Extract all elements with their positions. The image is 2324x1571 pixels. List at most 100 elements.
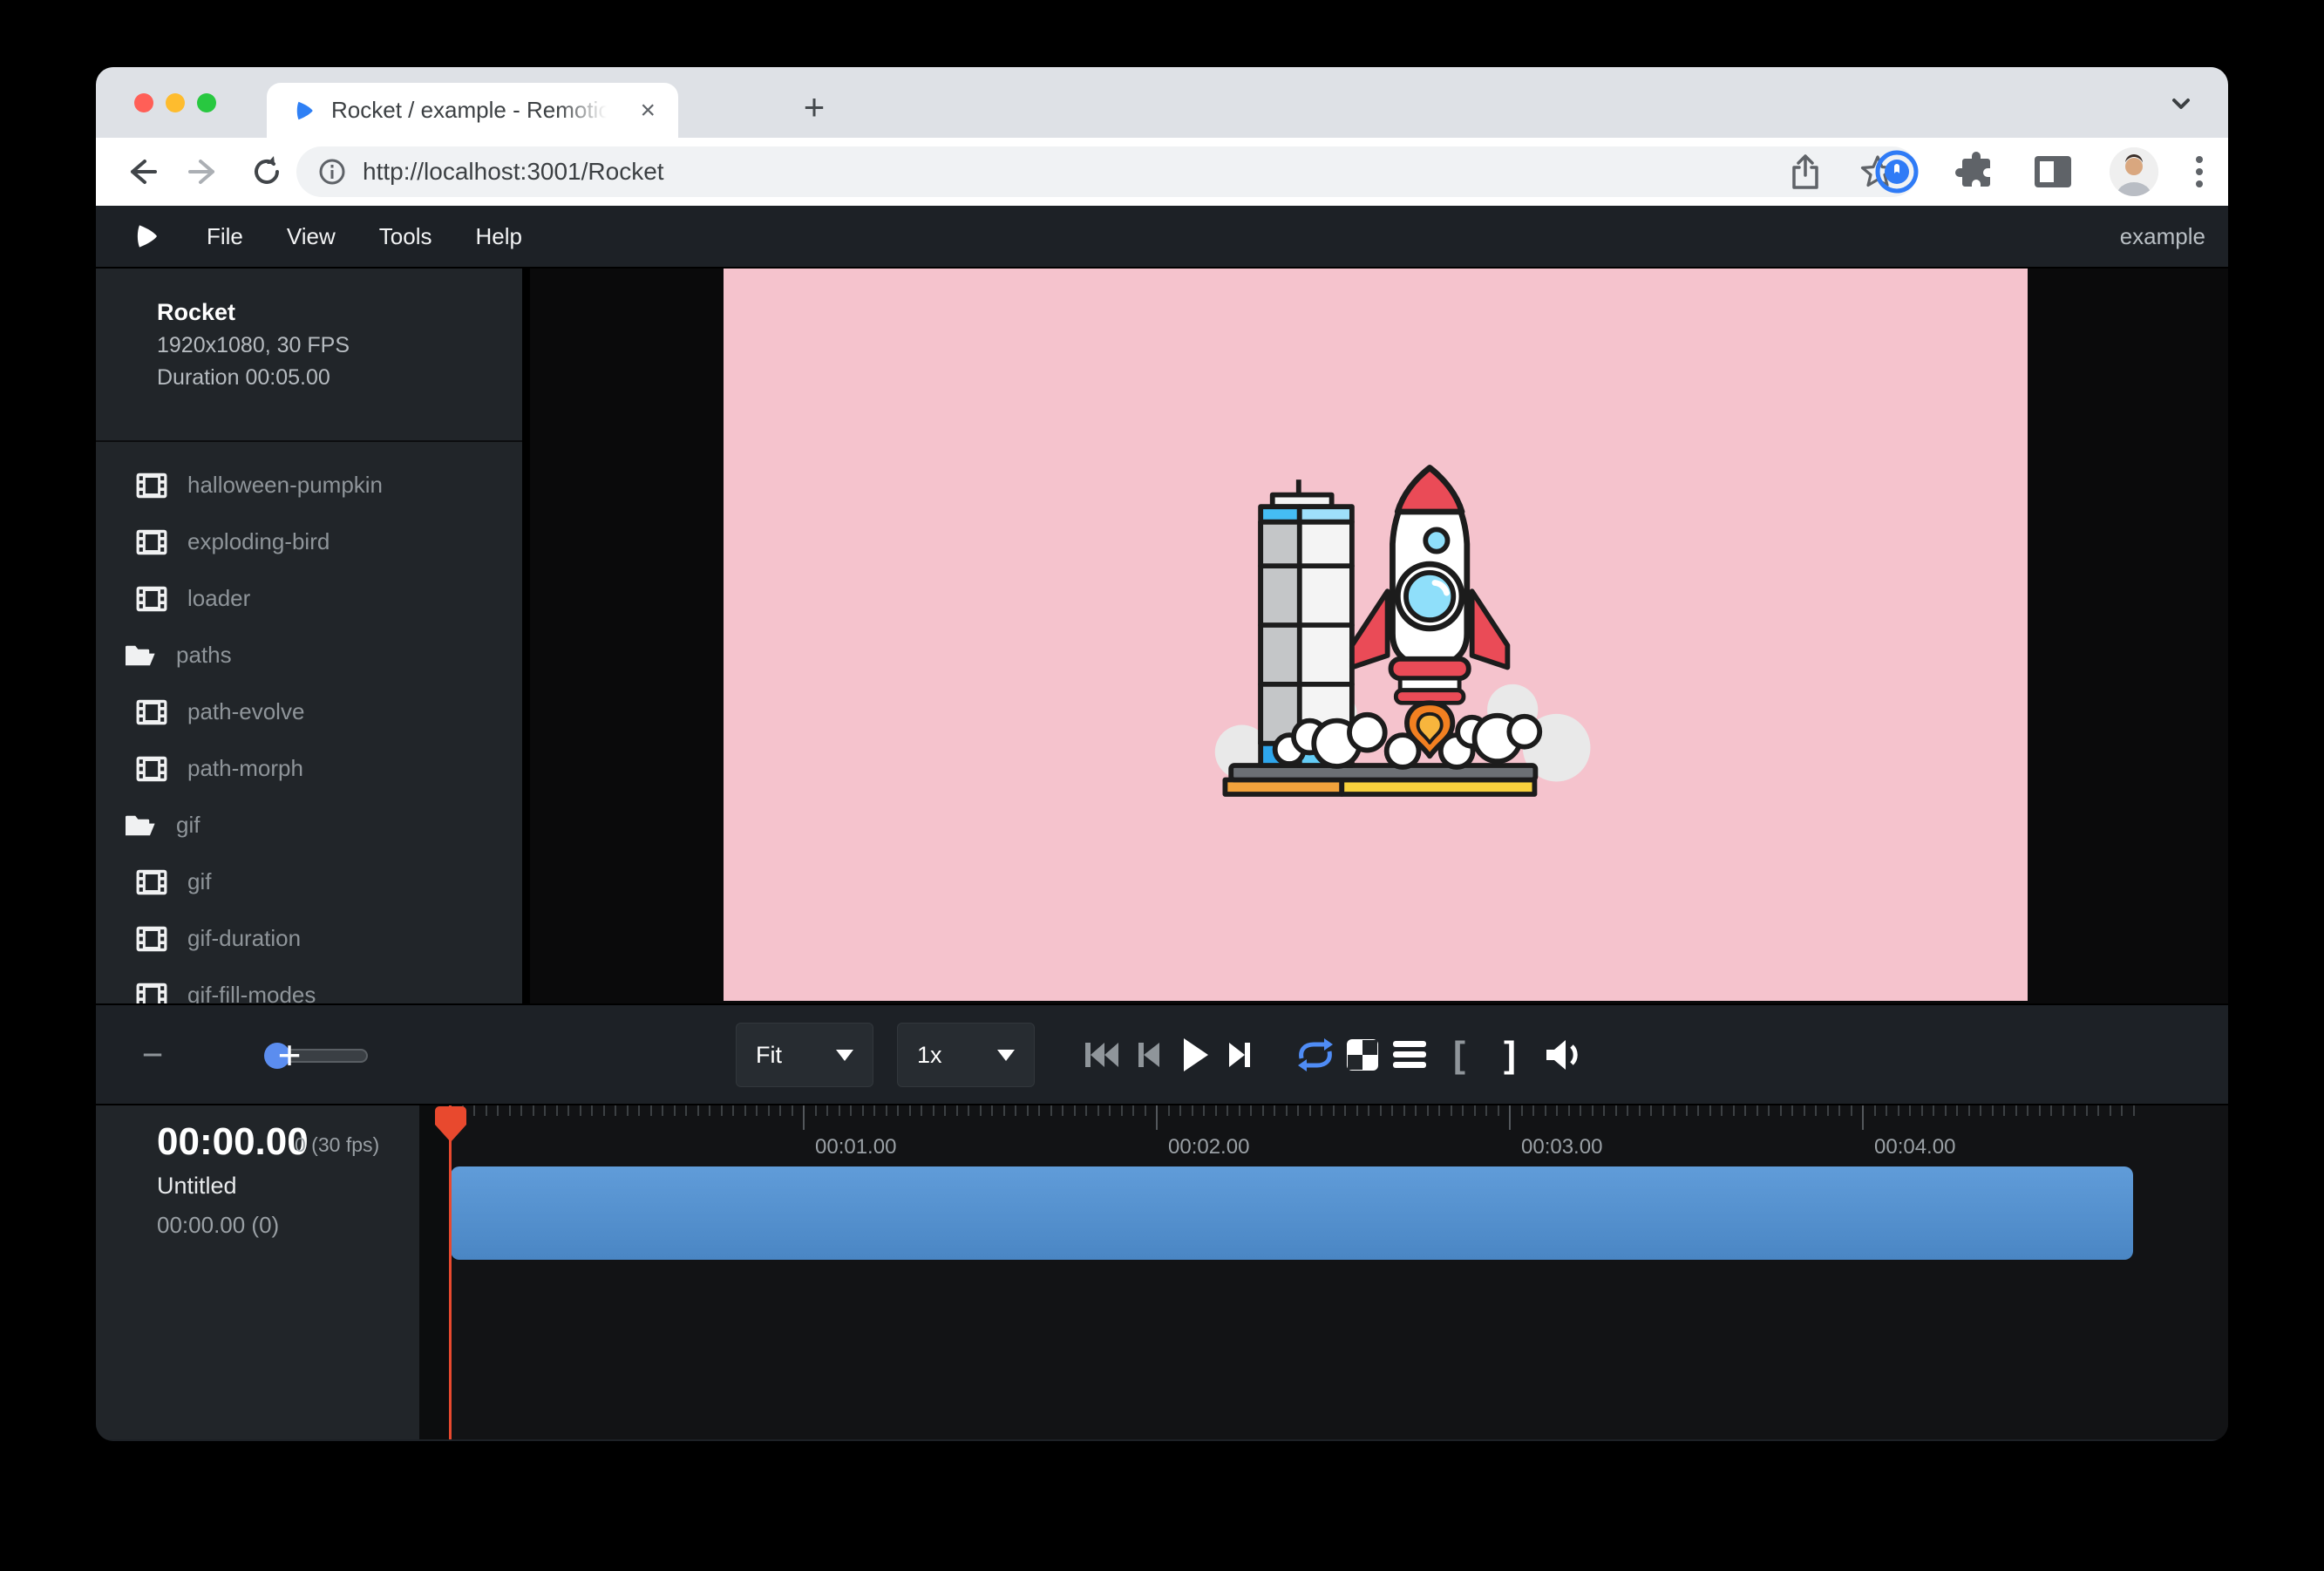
- ruler-minor-tick: [1344, 1105, 1346, 1116]
- ruler-minor-tick: [1203, 1105, 1205, 1116]
- close-window-button[interactable]: [134, 93, 153, 112]
- ruler-minor-tick: [1945, 1105, 1947, 1116]
- ruler-minor-tick: [1239, 1105, 1240, 1116]
- ruler-minor-tick: [921, 1105, 922, 1116]
- sidebar-composition-gif-duration[interactable]: gif-duration: [96, 910, 522, 967]
- browser-window: Rocket / example - Remotion P × +: [96, 67, 2228, 1441]
- ruler-minor-tick: [533, 1105, 534, 1116]
- menu-item-view[interactable]: View: [265, 223, 357, 250]
- track-time-label: 00:00.00 (0): [157, 1212, 279, 1239]
- sidebar-toggle-icon[interactable]: [2031, 153, 2075, 191]
- video-canvas[interactable]: [724, 269, 2028, 1001]
- rich-timeline-toggle-button[interactable]: [1391, 1039, 1428, 1071]
- studio-menu-bar: FileViewToolsHelp example: [96, 206, 2228, 269]
- ruler-minor-tick: [1380, 1105, 1382, 1116]
- ruler-minor-tick: [1297, 1105, 1299, 1116]
- ruler-minor-tick: [2015, 1105, 2017, 1116]
- reload-icon[interactable]: [248, 153, 286, 191]
- ruler-minor-tick: [826, 1105, 828, 1116]
- tab-strip: Rocket / example - Remotion P × +: [96, 67, 2228, 138]
- canvas-size-select[interactable]: Fit: [736, 1023, 873, 1087]
- ruler-minor-tick: [779, 1105, 781, 1116]
- ruler-minor-tick: [1168, 1105, 1170, 1116]
- sidebar-item-label: path-evolve: [187, 698, 304, 725]
- ruler-minor-tick: [1780, 1105, 1782, 1116]
- ruler-minor-tick: [2086, 1105, 2088, 1116]
- timeline-zoom-in-button[interactable]: +: [278, 1031, 302, 1078]
- remotion-logo-icon[interactable]: [133, 221, 160, 251]
- ruler-minor-tick: [1804, 1105, 1805, 1116]
- sidebar-preview-divider[interactable]: [522, 269, 530, 1003]
- menu-item-tools[interactable]: Tools: [357, 223, 454, 250]
- ruler-minor-tick: [1050, 1105, 1052, 1116]
- next-frame-button[interactable]: [1226, 1037, 1254, 1072]
- previous-frame-button[interactable]: [1135, 1037, 1163, 1072]
- folder-open-icon: [122, 642, 157, 670]
- sidebar-composition-halloween-pumpkin[interactable]: halloween-pumpkin: [96, 457, 522, 513]
- extensions-puzzle-icon[interactable]: [1954, 151, 1996, 193]
- timeline-track-area[interactable]: 00:01.0000:02.0000:03.0000:04.00: [419, 1105, 2228, 1439]
- new-tab-button[interactable]: +: [790, 83, 839, 132]
- playhead-pin[interactable]: [434, 1105, 467, 1144]
- playback-speed-select[interactable]: 1x: [897, 1023, 1035, 1087]
- in-point-button[interactable]: [: [1453, 1034, 1465, 1076]
- ruler-minor-tick: [980, 1105, 982, 1116]
- ruler-minor-tick: [1451, 1105, 1452, 1116]
- ruler-minor-tick: [473, 1105, 475, 1116]
- sidebar-composition-loader[interactable]: loader: [96, 570, 522, 627]
- sidebar-composition-gif-fill-modes[interactable]: gif-fill-modes: [96, 967, 522, 1003]
- sidebar-composition-path-evolve[interactable]: path-evolve: [96, 683, 522, 740]
- ruler-minor-tick: [897, 1105, 899, 1116]
- ruler-minor-tick: [1003, 1105, 1005, 1116]
- ruler-minor-tick: [991, 1105, 993, 1116]
- onepassword-extension-icon[interactable]: [1874, 149, 1920, 194]
- tab-search-chevron-icon[interactable]: [2165, 93, 2197, 114]
- sidebar-composition-exploding-bird[interactable]: exploding-bird: [96, 513, 522, 570]
- sidebar-composition-path-morph[interactable]: path-morph: [96, 740, 522, 797]
- sidebar-composition-gif[interactable]: gif: [96, 854, 522, 910]
- ruler-time-label: 00:01.00: [815, 1135, 896, 1160]
- timeline-track-bar[interactable]: [451, 1166, 2133, 1260]
- sidebar-folder-gif[interactable]: gif: [96, 797, 522, 854]
- transparency-checkerboard-button[interactable]: [1344, 1037, 1381, 1073]
- volume-button[interactable]: [1543, 1036, 1585, 1074]
- macos-window-controls[interactable]: [134, 93, 216, 112]
- site-info-icon[interactable]: [317, 157, 347, 187]
- ruler-minor-tick: [1921, 1105, 1923, 1116]
- profile-avatar[interactable]: [2110, 147, 2158, 196]
- ruler-minor-tick: [1968, 1105, 1970, 1116]
- ruler-minor-tick: [1274, 1105, 1275, 1116]
- ruler-minor-tick: [1592, 1105, 1594, 1116]
- tab-close-icon[interactable]: ×: [635, 98, 661, 124]
- timeline-info-panel: 00:00.00 0 (30 fps) Untitled 00:00.00 (0…: [96, 1105, 419, 1439]
- minimize-window-button[interactable]: [166, 93, 185, 112]
- sidebar-folder-paths[interactable]: paths: [96, 627, 522, 683]
- ruler-minor-tick: [850, 1105, 852, 1116]
- jump-to-start-button[interactable]: [1082, 1037, 1122, 1072]
- composition-info: Rocket 1920x1080, 30 FPS Duration 00:05.…: [96, 269, 522, 394]
- ruler-major-tick: [1509, 1105, 1511, 1130]
- ruler-minor-tick: [1521, 1105, 1523, 1116]
- timeline-zoom-out-button[interactable]: −: [142, 1034, 164, 1076]
- film-strip-icon: [135, 585, 168, 613]
- loop-toggle-button[interactable]: [1293, 1036, 1338, 1074]
- browser-tab[interactable]: Rocket / example - Remotion P ×: [267, 83, 678, 138]
- track-name-label: Untitled: [157, 1173, 237, 1200]
- share-icon[interactable]: [1789, 153, 1822, 191]
- url-bar[interactable]: http://localhost:3001/Rocket: [296, 146, 1918, 197]
- ruler-minor-tick: [1851, 1105, 1852, 1116]
- ruler-minor-tick: [580, 1105, 581, 1116]
- out-point-button[interactable]: ]: [1504, 1034, 1516, 1076]
- size-select-caret-icon: [836, 1050, 853, 1061]
- ruler-minor-tick: [2121, 1105, 2123, 1116]
- menu-item-file[interactable]: File: [185, 223, 265, 250]
- compositions-sidebar: Rocket 1920x1080, 30 FPS Duration 00:05.…: [96, 269, 522, 1003]
- play-button[interactable]: [1179, 1036, 1211, 1074]
- ruler-minor-tick: [1838, 1105, 1840, 1116]
- back-icon[interactable]: [122, 154, 160, 189]
- browser-menu-kebab-icon[interactable]: [2193, 153, 2205, 191]
- fullscreen-window-button[interactable]: [197, 93, 216, 112]
- menu-item-help[interactable]: Help: [454, 223, 544, 250]
- forward-icon[interactable]: [185, 154, 223, 189]
- playhead-line[interactable]: [449, 1105, 452, 1439]
